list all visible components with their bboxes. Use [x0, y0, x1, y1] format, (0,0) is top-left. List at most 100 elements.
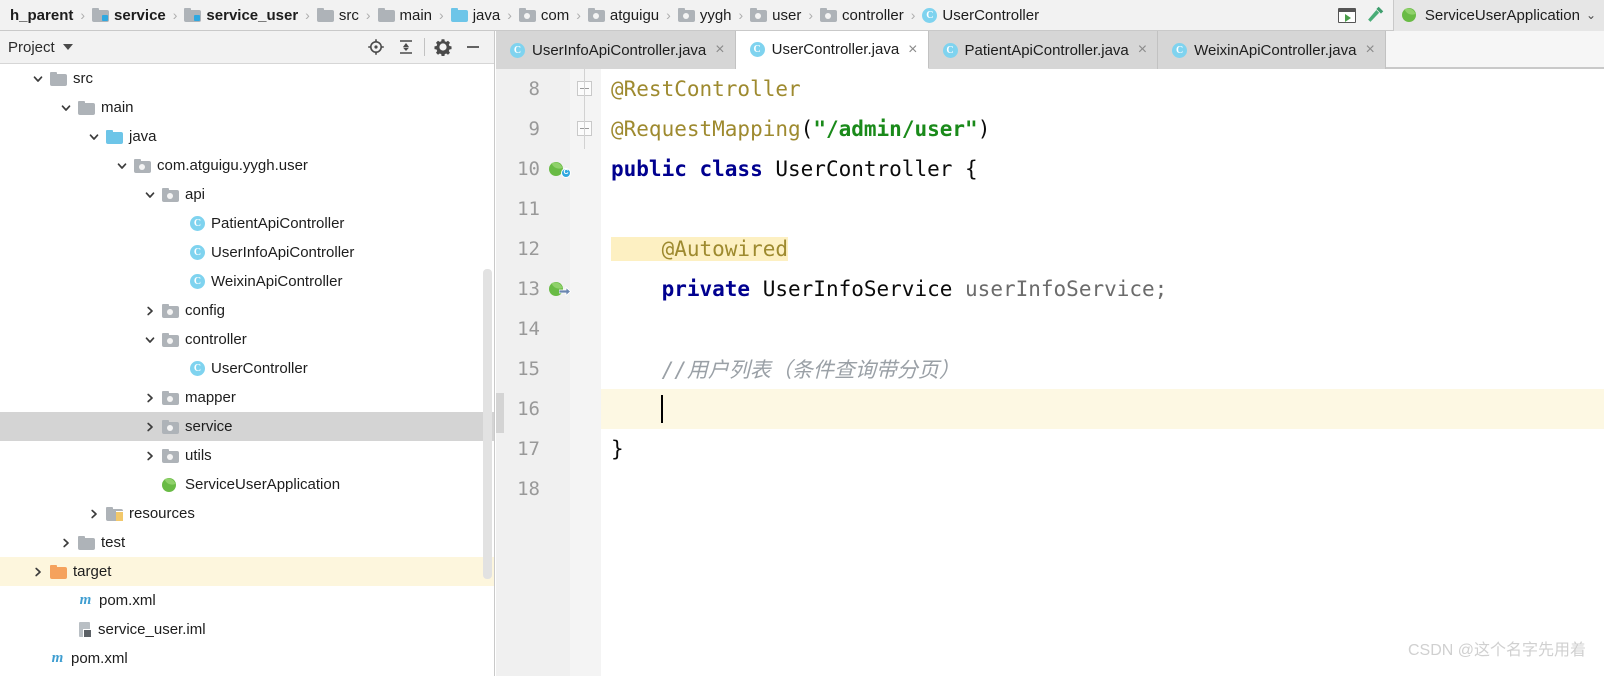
- tree-item-label: UserInfoApiController: [211, 244, 355, 261]
- tree-item-resources[interactable]: resources: [0, 499, 494, 528]
- gutter-line: 16: [496, 389, 601, 429]
- java-class-icon: C: [190, 274, 205, 289]
- editor-tab-label: WeixinApiController.java: [1194, 41, 1357, 59]
- chevron-right-icon[interactable]: [84, 504, 104, 524]
- editor-tab-weixinapicontroller-java[interactable]: C WeixinApiController.java ×: [1158, 31, 1386, 69]
- breadcrumb-item-main[interactable]: main: [375, 0, 436, 31]
- breadcrumb-item-atguigu[interactable]: atguigu: [585, 0, 662, 31]
- build-hammer-icon[interactable]: [1361, 2, 1389, 28]
- tree-item-java[interactable]: java: [0, 122, 494, 151]
- tree-item-serviceuserapplication[interactable]: ServiceUserApplication: [0, 470, 494, 499]
- breadcrumb-item-usercontroller[interactable]: C UserController: [919, 0, 1042, 31]
- code-token-annotation: @RestController: [611, 77, 801, 101]
- tree-item-mapper[interactable]: mapper: [0, 383, 494, 412]
- tree-item-com-atguigu-yygh-user[interactable]: com.atguigu.yygh.user: [0, 151, 494, 180]
- breadcrumb-item-yygh[interactable]: yygh: [675, 0, 735, 31]
- line-number: 9: [528, 118, 540, 140]
- tree-no-arrow: [56, 591, 76, 611]
- run-configuration-selector[interactable]: ServiceUserApplication ⌄: [1392, 0, 1604, 31]
- tree-item-pom-xml[interactable]: m pom.xml: [0, 644, 494, 673]
- code-line[interactable]: @Autowired: [601, 229, 1604, 269]
- breadcrumb-item-service[interactable]: service: [89, 0, 169, 31]
- tree-item-service[interactable]: service: [0, 412, 494, 441]
- chevron-right-icon[interactable]: [140, 417, 160, 437]
- tree-item-target[interactable]: target: [0, 557, 494, 586]
- chevron-right-icon[interactable]: [140, 446, 160, 466]
- tree-item-controller[interactable]: controller: [0, 325, 494, 354]
- chevron-down-icon[interactable]: [28, 69, 48, 89]
- project-tree-scrollbar[interactable]: [483, 64, 492, 676]
- spring-bean-autowired-icon[interactable]: [544, 281, 571, 297]
- close-icon[interactable]: ×: [1138, 42, 1147, 58]
- breadcrumb-item-controller[interactable]: controller: [817, 0, 907, 31]
- chevron-down-icon[interactable]: [56, 98, 76, 118]
- chevron-right-icon[interactable]: [140, 388, 160, 408]
- java-class-icon: C: [190, 216, 205, 231]
- chevron-down-icon[interactable]: [140, 330, 160, 350]
- code-lines[interactable]: @RestController @RequestMapping("/admin/u…: [601, 69, 1604, 676]
- editor-tab-usercontroller-java[interactable]: C UserController.java ×: [735, 31, 929, 69]
- scroll-from-source-icon[interactable]: [361, 32, 391, 62]
- collapse-all-icon[interactable]: [391, 32, 421, 62]
- tree-item-label: pom.xml: [99, 592, 156, 609]
- code-line[interactable]: private UserInfoService userInfoService;: [601, 269, 1604, 309]
- tree-item-userinfoapicontroller[interactable]: C UserInfoApiController: [0, 238, 494, 267]
- code-line[interactable]: public class UserController {: [601, 149, 1604, 189]
- tree-item-utils[interactable]: utils: [0, 441, 494, 470]
- chevron-right-icon[interactable]: [28, 562, 48, 582]
- tree-item-icon: [78, 535, 95, 550]
- breadcrumb-item-com[interactable]: com: [516, 0, 572, 31]
- close-icon[interactable]: ×: [715, 42, 724, 58]
- spring-bean-class-icon[interactable]: C: [544, 161, 571, 178]
- settings-gear-icon[interactable]: [428, 32, 458, 62]
- code-line[interactable]: }: [601, 429, 1604, 469]
- breadcrumb-item-java[interactable]: java: [448, 0, 504, 31]
- chevron-right-icon[interactable]: [56, 533, 76, 553]
- chevron-down-icon[interactable]: [112, 156, 132, 176]
- tree-item-config[interactable]: config: [0, 296, 494, 325]
- close-icon[interactable]: ×: [1365, 42, 1374, 58]
- code-line[interactable]: @RestController: [601, 69, 1604, 109]
- tree-item-label: src: [73, 70, 93, 87]
- tree-item-pom-xml[interactable]: m pom.xml: [0, 586, 494, 615]
- code-editor[interactable]: 8 9 10 C 11 12 13 14 15 16 17 18 @RestController @Re…: [496, 69, 1604, 676]
- run-configurations-icon[interactable]: [1333, 2, 1361, 28]
- code-line[interactable]: [601, 469, 1604, 509]
- tree-item-usercontroller[interactable]: C UserController: [0, 354, 494, 383]
- tree-item-weixinapicontroller[interactable]: C WeixinApiController: [0, 267, 494, 296]
- code-line[interactable]: [601, 189, 1604, 229]
- line-number: 14: [517, 318, 540, 340]
- editor-gutter[interactable]: 8 9 10 C 11 12 13 14 15 16 17 18: [496, 69, 601, 676]
- tree-no-arrow: [140, 475, 160, 495]
- breadcrumb-item-src[interactable]: src: [314, 0, 362, 31]
- breadcrumb-item-service-user[interactable]: service_user: [181, 0, 301, 31]
- chevron-right-icon[interactable]: [140, 301, 160, 321]
- code-line[interactable]: [601, 309, 1604, 349]
- chevron-down-icon[interactable]: [140, 185, 160, 205]
- code-line[interactable]: [601, 389, 1604, 429]
- tree-item-patientapicontroller[interactable]: C PatientApiController: [0, 209, 494, 238]
- chevron-down-icon[interactable]: [62, 44, 73, 50]
- breadcrumb-item-h-parent[interactable]: h_parent: [2, 0, 76, 31]
- code-line[interactable]: @RequestMapping("/admin/user"): [601, 109, 1604, 149]
- editor-tab-patientapicontroller-java[interactable]: C PatientApiController.java ×: [928, 31, 1159, 69]
- breadcrumb-separator: ›: [365, 7, 371, 23]
- chevron-down-icon[interactable]: [84, 127, 104, 147]
- folder-package-icon: [587, 8, 605, 22]
- hide-panel-icon[interactable]: [458, 32, 488, 62]
- scrollbar-thumb[interactable]: [483, 269, 492, 579]
- tree-item-test[interactable]: test: [0, 528, 494, 557]
- code-line[interactable]: //用户列表（条件查询带分页）: [601, 349, 1604, 389]
- tree-item-service-user-iml[interactable]: service_user.iml: [0, 615, 494, 644]
- tree-item-api[interactable]: api: [0, 180, 494, 209]
- editor-tab-userinfoapicontroller-java[interactable]: C UserInfoApiController.java ×: [496, 31, 736, 69]
- breadcrumb-item-user[interactable]: user: [747, 0, 804, 31]
- folder-package-icon: [820, 8, 838, 22]
- code-token-plain: UserInfoService: [762, 277, 966, 301]
- tree-item-main[interactable]: main: [0, 93, 494, 122]
- close-icon[interactable]: ×: [908, 41, 917, 58]
- code-token-keyword: public class: [611, 157, 776, 181]
- project-tree[interactable]: src main java com.atguigu.yygh.user api C Pati…: [0, 64, 494, 676]
- tree-item-src[interactable]: src: [0, 64, 494, 93]
